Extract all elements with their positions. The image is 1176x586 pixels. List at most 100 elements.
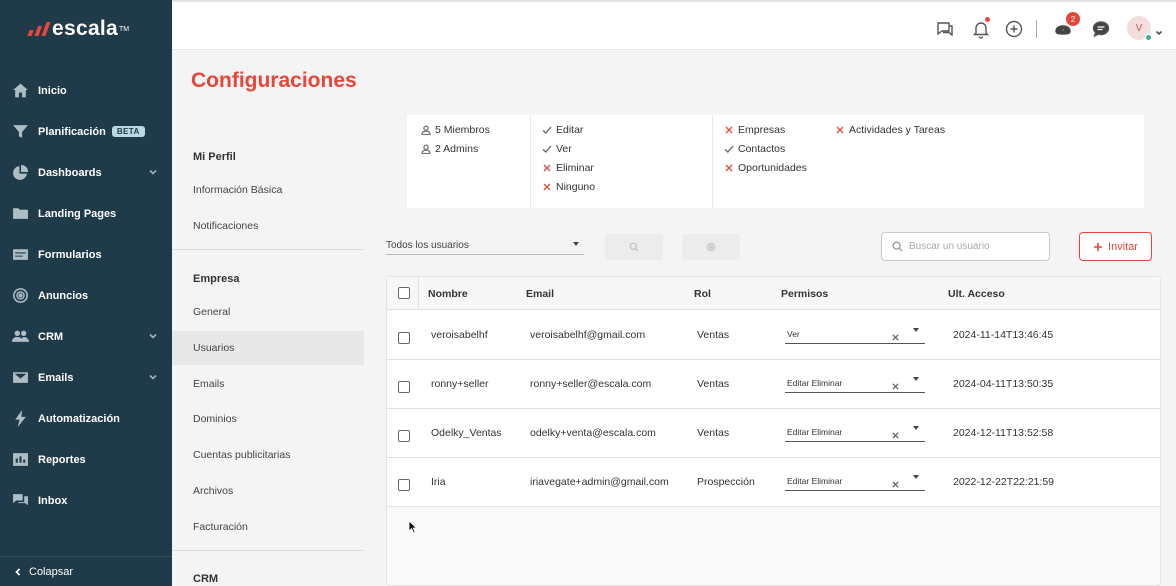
search-icon	[892, 241, 903, 252]
caret-down-icon	[573, 242, 579, 246]
column-header-permisos[interactable]: Permisos	[781, 288, 828, 300]
collapse-sidebar-button[interactable]: Colapsar	[0, 556, 172, 586]
lightning-icon	[11, 410, 29, 428]
sidebar-item-label: Emails	[38, 371, 74, 384]
mouse-cursor-icon	[408, 520, 418, 534]
user-search-box[interactable]	[881, 232, 1050, 261]
sidebar-item-label: Landing Pages	[38, 207, 117, 220]
escala-logo[interactable]: escala TM	[27, 16, 130, 42]
settings-item-dominios[interactable]: Dominios	[172, 402, 364, 436]
filter-search-button[interactable]	[605, 234, 663, 260]
settings-item-notificaciones[interactable]: Notificaciones	[172, 209, 364, 243]
unread-dot	[985, 17, 990, 22]
select-all-checkbox[interactable]	[398, 287, 410, 299]
last-access: 2024-12-11T13:52:58	[953, 427, 1054, 439]
topbar: 2 V	[172, 0, 1176, 50]
caret-down-icon[interactable]	[913, 475, 919, 479]
actions-column: Editar Ver Eliminar Ninguno	[530, 115, 712, 208]
modules-column: Empresas Contactos Oportunidades Activid…	[712, 115, 1144, 208]
permissions-select[interactable]: Editar Eliminar	[785, 424, 925, 442]
caret-down-icon[interactable]	[913, 426, 919, 430]
brand-trademark: TM	[119, 25, 130, 33]
row-checkbox[interactable]	[398, 381, 410, 393]
chevron-down-icon[interactable]	[1155, 24, 1163, 36]
user-avatar[interactable]: V	[1127, 16, 1152, 41]
caret-down-icon[interactable]	[913, 377, 919, 381]
beta-badge: BETA	[111, 126, 145, 137]
avatar-initial: V	[1135, 22, 1143, 34]
main-nav: Inicio Planificación BETA Dashboards Lan…	[0, 70, 172, 521]
user-icon	[421, 144, 431, 154]
row-checkbox[interactable]	[398, 479, 410, 491]
funnel-icon	[11, 123, 29, 141]
broadcast-icon	[11, 287, 29, 305]
sidebar-item-inicio[interactable]: Inicio	[0, 70, 172, 111]
settings-item-usuarios[interactable]: Usuarios	[172, 331, 364, 365]
table-row[interactable]: Iria iriavegate+admin@gmail.com Prospecc…	[387, 458, 1160, 507]
notifications-icon[interactable]: 2	[1052, 12, 1080, 40]
invite-user-button[interactable]: Invitar	[1079, 232, 1152, 261]
sidebar-item-anuncios[interactable]: Anuncios	[0, 275, 172, 316]
chevron-down-icon[interactable]	[148, 167, 158, 177]
sidebar-item-automatizacion[interactable]: Automatización	[0, 398, 172, 439]
user-email: iriavegate+admin@gmail.com	[530, 476, 669, 488]
column-header-email[interactable]: Email	[526, 288, 554, 300]
user-icon	[421, 125, 431, 135]
sidebar-item-landing-pages[interactable]: Landing Pages	[0, 193, 172, 234]
sidebar-item-label: CRM	[38, 330, 64, 343]
messages-icon[interactable]	[934, 18, 956, 40]
permissions-select[interactable]: Editar Eliminar	[785, 375, 925, 393]
support-chat-icon[interactable]	[1090, 18, 1112, 40]
sidebar-item-emails[interactable]: Emails	[0, 357, 172, 398]
user-filter-select[interactable]: Todos los usuarios	[386, 236, 584, 255]
settings-item-cuentas-publicitarias[interactable]: Cuentas publicitarias	[172, 438, 364, 472]
chevron-down-icon[interactable]	[148, 372, 158, 382]
table-row[interactable]: Odelky_Ventas odelky+venta@escala.com Ve…	[387, 409, 1160, 458]
column-header-nombre[interactable]: Nombre	[428, 288, 468, 300]
sidebar-item-label: Inicio	[38, 84, 67, 97]
caret-down-icon[interactable]	[913, 328, 919, 332]
filter-settings-button[interactable]	[682, 234, 740, 260]
settings-item-facturacion[interactable]: Facturación	[172, 510, 364, 544]
row-checkbox[interactable]	[398, 430, 410, 442]
table-row[interactable]: ronny+seller ronny+seller@escala.com Ven…	[387, 360, 1160, 409]
sidebar-item-inbox[interactable]: Inbox	[0, 480, 172, 521]
clear-icon[interactable]	[891, 378, 900, 390]
close-icon	[836, 126, 844, 134]
add-circle-icon[interactable]	[1003, 18, 1025, 40]
column-header-ult-acceso[interactable]: Ult. Acceso	[948, 288, 1005, 300]
permissions-select[interactable]: Ver	[785, 326, 925, 344]
section-divider	[172, 249, 364, 250]
user-name: Odelky_Ventas	[431, 427, 502, 439]
sidebar-item-label: Anuncios	[38, 289, 89, 302]
module-empresas: Empresas	[724, 124, 785, 136]
sidebar-item-label: Inbox	[38, 494, 68, 507]
user-email: odelky+venta@escala.com	[530, 427, 656, 439]
sidebar-item-planificacion[interactable]: Planificación BETA	[0, 111, 172, 152]
settings-menu: Mi Perfil Información Básica Notificacio…	[172, 115, 364, 586]
sidebar-item-dashboards[interactable]: Dashboards	[0, 152, 172, 193]
permissions-select[interactable]: Editar Eliminar	[785, 473, 925, 491]
sidebar-item-crm[interactable]: CRM	[0, 316, 172, 357]
row-checkbox[interactable]	[398, 332, 410, 344]
chevron-down-icon[interactable]	[148, 331, 158, 341]
column-header-rol[interactable]: Rol	[694, 288, 711, 300]
settings-item-informacion-basica[interactable]: Información Básica	[172, 173, 364, 207]
bell-icon[interactable]	[970, 17, 992, 40]
settings-item-archivos[interactable]: Archivos	[172, 474, 364, 508]
close-icon	[725, 164, 733, 172]
sidebar-item-formularios[interactable]: Formularios	[0, 234, 172, 275]
sidebar: escala TM Inicio Planificación BETA Dash…	[0, 0, 172, 586]
settings-item-emails[interactable]: Emails	[172, 367, 364, 401]
search-icon	[629, 242, 639, 252]
section-title-crm: CRM	[193, 573, 219, 585]
sidebar-item-reportes[interactable]: Reportes	[0, 439, 172, 480]
permission-tags: Editar Eliminar	[787, 378, 843, 388]
user-role: Ventas	[697, 427, 730, 439]
table-row[interactable]: veroisabelhf veroisabelhf@gmail.com Vent…	[387, 311, 1160, 360]
clear-icon[interactable]	[891, 329, 900, 341]
clear-icon[interactable]	[891, 476, 900, 488]
clear-icon[interactable]	[891, 427, 900, 439]
user-search-input[interactable]	[909, 241, 1039, 252]
settings-item-general[interactable]: General	[172, 295, 364, 329]
